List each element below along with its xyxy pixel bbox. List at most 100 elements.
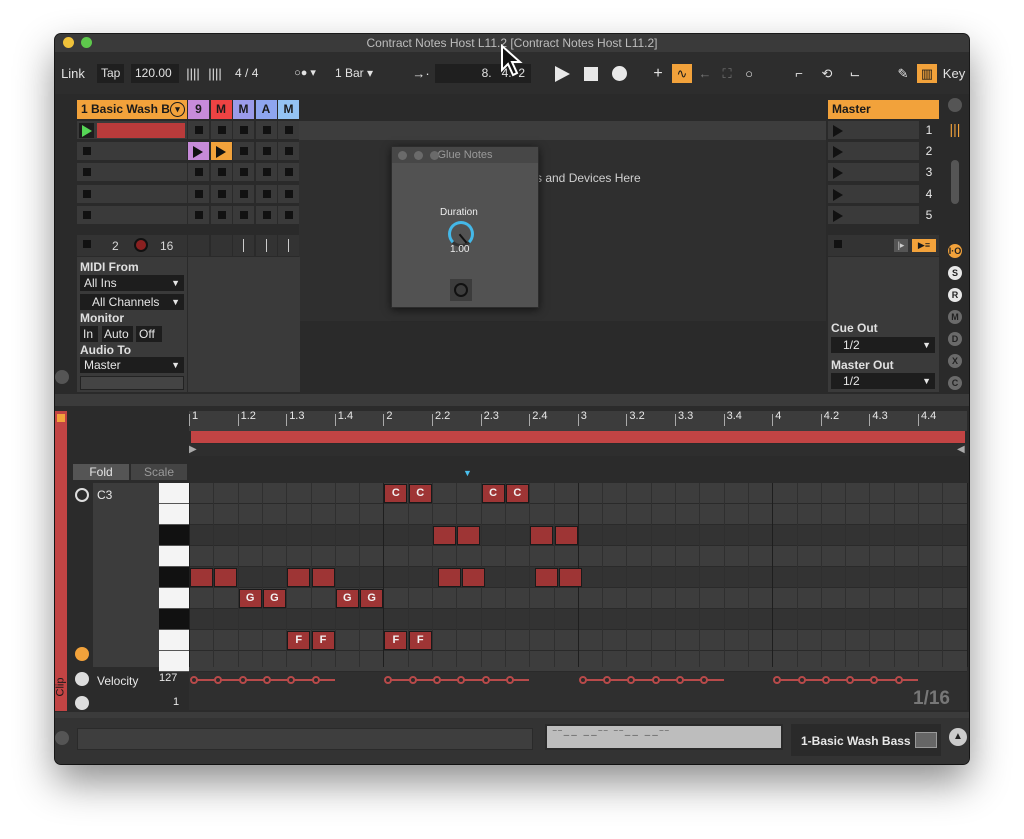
start-marker-icon[interactable]: ▶ (189, 444, 197, 455)
clip-slot[interactable] (210, 142, 232, 162)
piano-key-white[interactable] (159, 651, 189, 672)
velocity-handle[interactable] (408, 676, 417, 684)
duration-value[interactable]: 1.00 (450, 244, 469, 255)
piano-key-black[interactable] (159, 609, 189, 630)
velocity-handle[interactable] (238, 676, 247, 684)
midi-note[interactable]: G (262, 589, 286, 608)
clip-slot[interactable] (188, 184, 209, 204)
overdub-plus-icon[interactable]: + (651, 64, 665, 83)
midi-note[interactable]: G (238, 589, 262, 608)
clip-slot[interactable] (210, 205, 232, 225)
clip-slot[interactable] (233, 205, 254, 225)
slot-stop-icon[interactable] (83, 210, 91, 219)
velocity-play-icon[interactable] (75, 696, 89, 710)
back-to-arrangement-icon[interactable]: ← (697, 64, 713, 83)
clip-basic-wash-bass[interactable] (97, 123, 185, 138)
midi-note[interactable] (190, 568, 213, 587)
midi-note[interactable] (530, 526, 554, 545)
slot-stop-icon[interactable] (83, 189, 91, 198)
metronome-icon[interactable]: ○● ▾ (285, 64, 325, 83)
slot-stop-icon[interactable] (195, 210, 203, 219)
clip-slot-main[interactable] (77, 142, 187, 162)
midi-note[interactable] (433, 526, 456, 545)
clip-slot[interactable] (188, 142, 209, 162)
midi-note[interactable] (457, 526, 481, 545)
slot-stop-icon[interactable] (240, 147, 248, 156)
scroll-back-icon[interactable] (75, 647, 89, 661)
slot-stop-icon[interactable] (217, 210, 226, 219)
velocity-handle[interactable] (262, 676, 271, 684)
midi-note[interactable] (437, 568, 461, 587)
slot-stop-icon[interactable] (240, 189, 248, 198)
piano-key-white[interactable] (159, 546, 189, 567)
scene-launch[interactable]: 2 (828, 142, 939, 162)
short-track-title[interactable]: A (255, 100, 277, 119)
master-out-dropdown[interactable]: 1/2 ▼ (831, 373, 935, 389)
midi-note[interactable] (287, 568, 311, 587)
keyboard-icon[interactable]: ▥ (917, 64, 937, 83)
scene-play-icon[interactable] (833, 146, 843, 159)
slot-stop-icon[interactable] (285, 210, 293, 219)
record-button[interactable] (612, 66, 627, 81)
scene-launch[interactable]: 5 (828, 205, 939, 225)
clip-slot[interactable] (278, 184, 299, 204)
nudge-down-icon[interactable]: |||| (185, 64, 201, 83)
clip-slot-main[interactable] (77, 205, 187, 225)
clip-slot[interactable] (255, 163, 277, 183)
mixer-toggle-icon[interactable]: ||| (946, 120, 964, 138)
clip-play-icon[interactable] (193, 146, 203, 159)
midi-note[interactable] (535, 568, 559, 587)
clip-slot-main[interactable] (77, 121, 187, 140)
punch-in-icon[interactable]: ⌐ (789, 64, 809, 83)
piano-key-white[interactable] (159, 588, 189, 609)
piano-key-white[interactable] (159, 483, 189, 504)
scene-play-icon[interactable] (833, 125, 843, 137)
midi-from-dropdown[interactable]: All Ins ▼ (80, 275, 184, 291)
midi-note[interactable]: F (311, 631, 335, 650)
plugin-power-icon[interactable] (450, 279, 472, 301)
velocity-handle[interactable] (505, 676, 514, 684)
clip-slot[interactable] (188, 121, 209, 140)
clip-slot[interactable] (255, 142, 277, 162)
velocity-toggle-icon[interactable] (75, 672, 89, 686)
scene-play-icon[interactable] (833, 209, 843, 222)
zoom-window-button[interactable] (81, 37, 92, 48)
clip-overview[interactable]: ‾‾–– ––‾‾ ‾‾–– ––‾‾ (545, 724, 783, 750)
midi-note[interactable]: C (505, 484, 529, 503)
clip-slot[interactable] (210, 163, 232, 183)
slot-stop-icon[interactable] (285, 168, 293, 177)
clip-slot[interactable] (233, 121, 254, 140)
track-title-basic-wash[interactable]: 1 Basic Wash B ▾ (77, 100, 187, 119)
velocity-handle[interactable] (190, 676, 198, 684)
grid-resolution[interactable]: 1/16 (913, 688, 950, 710)
slot-stop-icon[interactable] (195, 126, 203, 134)
close-window-button[interactable] (63, 37, 74, 48)
slot-stop-icon[interactable] (240, 168, 248, 177)
automation-arm-icon[interactable]: ∿ (672, 64, 692, 83)
short-track-title[interactable]: 9 (188, 100, 209, 119)
loop-brace[interactable] (191, 431, 965, 443)
monitor-in-button[interactable]: In (80, 326, 98, 342)
tempo-field[interactable]: 120.00 (131, 64, 179, 83)
clip-slot[interactable] (210, 184, 232, 204)
midi-note[interactable]: C (408, 484, 432, 503)
fold-button[interactable]: Fold (73, 464, 129, 480)
clip-slot[interactable] (188, 163, 209, 183)
velocity-handle[interactable] (311, 676, 320, 684)
follow-icon[interactable]: →· (409, 64, 433, 83)
clip-slot[interactable] (233, 142, 254, 162)
view-toggle-icon[interactable]: M (948, 310, 962, 324)
view-toggle-icon[interactable]: C (948, 376, 962, 390)
view-toggle-icon[interactable]: S (948, 266, 962, 280)
midi-note[interactable] (554, 526, 578, 545)
short-track-title[interactable]: M (233, 100, 254, 119)
view-toggle-icon[interactable]: D (948, 332, 962, 346)
audio-to-channel-field[interactable] (80, 376, 184, 390)
scene-launch[interactable]: 1 (828, 121, 939, 140)
clip-slot[interactable] (255, 121, 277, 140)
piano-key-white[interactable] (159, 630, 189, 651)
draw-mode-icon[interactable]: ✎ (895, 64, 911, 83)
plugin-close-icon[interactable] (398, 151, 407, 160)
slot-stop-icon[interactable] (83, 147, 91, 156)
view-toggle-icon[interactable]: X (948, 354, 962, 368)
